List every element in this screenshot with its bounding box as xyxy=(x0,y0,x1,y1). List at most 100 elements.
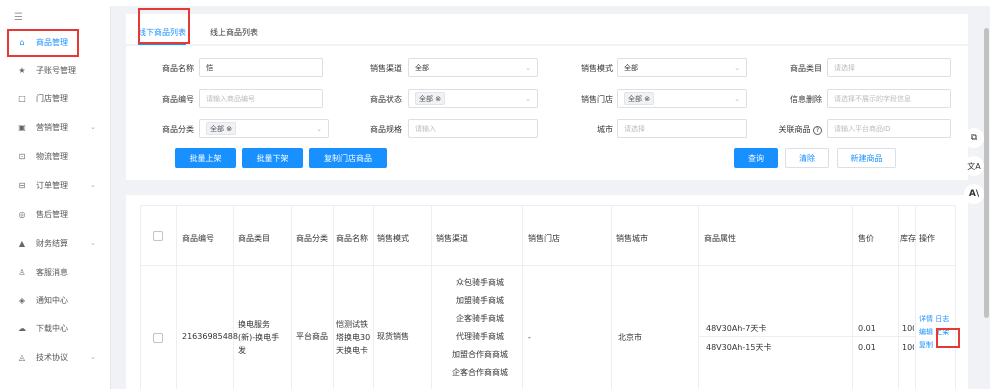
filter-label-name: 商品名称 xyxy=(162,64,194,73)
sidebar-item-label: 订单管理 xyxy=(36,180,68,190)
square-icon: □ xyxy=(18,93,26,103)
sidebar-item-11[interactable]: ◬ 技术协议 ⌄ xyxy=(0,347,111,367)
shelf-link[interactable]: 上架 xyxy=(935,328,949,336)
chevron-down-icon: ⌄ xyxy=(90,239,96,247)
star-icon: ★ xyxy=(18,65,26,75)
ai-icon[interactable]: A\ xyxy=(964,184,984,204)
menu-icon[interactable]: ☰ xyxy=(14,12,23,23)
top-bar xyxy=(0,0,990,6)
classify-select[interactable]: 全部 ⊗ ⌄ xyxy=(199,119,329,138)
sidebar-item-4[interactable]: ⊡ 物流管理 xyxy=(0,146,111,166)
col-header-code: 商品编号 xyxy=(182,234,214,243)
sidebar-item-0[interactable]: ⌂ 商品管理 xyxy=(0,32,111,52)
sidebar-item-label: 售后管理 xyxy=(36,209,68,219)
select-all-checkbox[interactable] xyxy=(153,231,163,241)
tag-all: 全部 ⊗ xyxy=(415,92,446,105)
lock-icon: ▲ xyxy=(18,238,26,248)
cell-stock-2: 100 xyxy=(902,343,914,352)
divider xyxy=(955,205,956,389)
sidebar-item-7[interactable]: ▲ 财务结算 ⌄ xyxy=(0,233,111,253)
col-header-city: 销售城市 xyxy=(616,234,648,243)
filter-label-spec: 商品规格 xyxy=(370,125,402,134)
cell-code: 21636985488 xyxy=(182,332,238,341)
sidebar-item-3[interactable]: ▣ 营销管理 ⌄ xyxy=(0,117,111,137)
reader-icon[interactable]: ⧉ xyxy=(964,128,984,148)
filter-label-classify: 商品分类 xyxy=(162,125,194,134)
cloud-icon: ☁ xyxy=(18,323,26,333)
sidebar-item-label: 客服消息 xyxy=(36,267,68,277)
store-select[interactable]: 全部 ⊗ ⌄ xyxy=(617,89,747,108)
log-link[interactable]: 日志 xyxy=(935,315,949,323)
tab-online-products[interactable]: 线上商品列表 xyxy=(210,27,258,38)
cell-price-1: 0.01 xyxy=(858,324,876,333)
mode-select[interactable]: 全部 ⌄ xyxy=(617,58,747,77)
related-input[interactable]: 请输入平台商品ID xyxy=(827,119,951,138)
category-select[interactable]: 请选择 xyxy=(827,58,951,77)
filter-label-mode: 销售模式 xyxy=(581,64,613,73)
filter-label-status: 商品状态 xyxy=(370,95,402,104)
translate-icon[interactable]: 文A xyxy=(964,156,984,176)
sidebar-item-label: 物流管理 xyxy=(36,151,68,161)
chevron-down-icon: ⌄ xyxy=(316,124,322,133)
batch-down-button[interactable]: 批量下架 xyxy=(242,148,303,168)
scrollbar[interactable] xyxy=(984,28,989,318)
filter-label-store: 销售门店 xyxy=(581,95,613,104)
sidebar-item-6[interactable]: ◎ 售后管理 xyxy=(0,204,111,224)
triangle-icon: ◬ xyxy=(18,352,26,362)
sidebar-item-1[interactable]: ★ 子账号管理 xyxy=(0,60,111,80)
cell-attr-1: 48V30Ah-7天卡 xyxy=(706,324,767,333)
col-header-classify: 商品分类 xyxy=(296,234,328,243)
cell-price-2: 0.01 xyxy=(858,343,876,352)
info-delete-select[interactable]: 请选择不展示的字段信息 xyxy=(827,89,951,108)
divider xyxy=(852,205,853,389)
tab-offline-products[interactable]: 线下商品列表 xyxy=(138,27,186,45)
sidebar-item-10[interactable]: ☁ 下载中心 xyxy=(0,318,111,338)
cell-name: 恺测试铁 塔换电30 天换电卡 xyxy=(336,320,371,355)
copy-link[interactable]: 复制 xyxy=(919,341,933,349)
status-select[interactable]: 全部 ⊗ ⌄ xyxy=(408,89,538,108)
divider xyxy=(140,265,955,266)
sidebar-item-2[interactable]: □ 门店管理 xyxy=(0,88,111,108)
clear-button[interactable]: 清除 xyxy=(785,148,829,168)
filter-label-info-delete: 信息删除 xyxy=(790,95,822,104)
sidebar-item-5[interactable]: ⊟ 订单管理 ⌄ xyxy=(0,175,111,195)
sidebar-item-9[interactable]: ◈ 通知中心 xyxy=(0,290,111,310)
spec-input[interactable]: 请输入 xyxy=(408,119,538,138)
copy-store-button[interactable]: 复制门店商品 xyxy=(309,148,387,168)
col-header-mode: 销售模式 xyxy=(377,234,409,243)
col-header-ops: 操作 xyxy=(919,234,935,243)
chevron-down-icon: ⌄ xyxy=(734,63,740,72)
divider xyxy=(140,205,141,389)
divider xyxy=(140,205,955,206)
code-input[interactable]: 请输入商品编号 xyxy=(199,89,323,108)
cell-city: 北京市 xyxy=(618,333,642,342)
col-header-stock: 库存 xyxy=(900,234,916,243)
name-input[interactable]: 恺 xyxy=(199,58,323,77)
divider xyxy=(698,336,915,337)
edit-link[interactable]: 编辑 xyxy=(919,328,933,336)
divider xyxy=(611,205,612,389)
col-header-category: 商品类目 xyxy=(238,234,270,243)
truck-icon: ⊡ xyxy=(18,151,26,161)
row-checkbox[interactable] xyxy=(153,333,163,343)
cell-ops: 详情 日志 编辑 上架 复制 xyxy=(919,313,949,352)
cell-store: - xyxy=(528,333,531,342)
detail-link[interactable]: 详情 xyxy=(919,315,933,323)
chevron-down-icon: ⌄ xyxy=(90,123,96,131)
col-header-price: 售价 xyxy=(858,234,874,243)
sidebar-item-label: 门店管理 xyxy=(36,93,68,103)
col-header-name: 商品名称 xyxy=(336,234,368,243)
sidebar-item-label: 通知中心 xyxy=(36,295,68,305)
home-icon: ⌂ xyxy=(19,37,25,47)
sidebar-item-8[interactable]: ♙ 客服消息 xyxy=(0,262,111,282)
city-select[interactable]: 请选择 xyxy=(617,119,747,138)
new-product-button[interactable]: 新建商品 xyxy=(837,148,896,168)
image-icon: ▣ xyxy=(18,122,26,132)
question-circle-icon[interactable]: ? xyxy=(813,126,822,135)
channel-select[interactable]: 全部 ⌄ xyxy=(408,58,538,77)
batch-up-button[interactable]: 批量上架 xyxy=(175,148,236,168)
query-button[interactable]: 查询 xyxy=(734,148,778,168)
col-header-store: 销售门店 xyxy=(528,234,560,243)
filter-label-category: 商品类目 xyxy=(790,64,822,73)
cell-attr-2: 48V30Ah-15天卡 xyxy=(706,343,772,352)
